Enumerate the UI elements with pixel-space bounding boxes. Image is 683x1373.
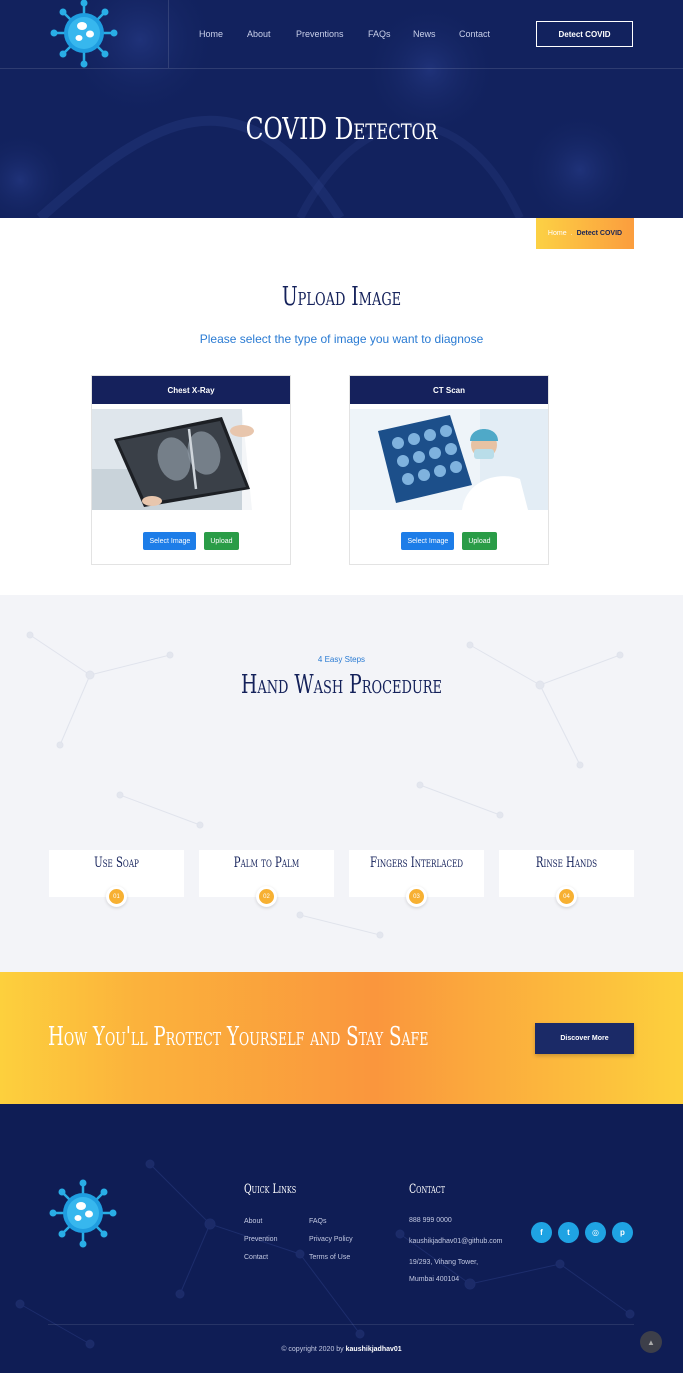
nav-preventions[interactable]: Preventions [296,29,344,39]
facebook-icon[interactable]: f [531,1222,552,1243]
handwash-title: Hand Wash Procedure [241,670,442,700]
virus-logo-icon[interactable] [48,0,120,68]
nav-faqs[interactable]: FAQs [368,29,391,39]
twitter-icon[interactable]: t [558,1222,579,1243]
quick-links-title: Quick Links [244,1182,297,1197]
xray-upload-button[interactable]: Upload [204,532,239,550]
nav-home[interactable]: Home [199,29,223,39]
step-label: Fingers Interlaced [370,855,463,871]
footer-link-terms[interactable]: Terms of Use [309,1254,350,1261]
step-label: Palm to Palm [233,855,300,871]
step-card: Fingers Interlaced 03 [349,850,484,907]
handwash-kicker: 4 Easy Steps [317,655,366,664]
ct-scan-card: CT Scan Select Image Upload [349,375,549,565]
hero-banner: Home About Preventions FAQs News Contact… [0,0,683,218]
step-card: Palm to Palm 02 [199,850,334,907]
footer-link-prevention[interactable]: Prevention [244,1236,277,1243]
copyright: © copyright 2020 by kaushikjadhav01 [0,1346,683,1353]
step-number: 04 [556,886,577,907]
nav-contact[interactable]: Contact [459,29,490,39]
ct-scan-card-title: CT Scan [350,376,548,404]
contact-title: Contact [409,1182,446,1197]
footer-link-contact[interactable]: Contact [244,1254,268,1261]
footer-link-faqs[interactable]: FAQs [309,1218,327,1225]
contact-address-line2: Mumbai 400104 [409,1276,460,1283]
scroll-to-top-button[interactable]: ▲ [640,1331,662,1353]
ct-select-image-button[interactable]: Select Image [401,532,455,550]
footer-link-about[interactable]: About [244,1218,262,1225]
step-label: Use Soap [94,855,139,871]
xray-select-image-button[interactable]: Select Image [143,532,197,550]
copyright-prefix: © copyright 2020 by [281,1346,344,1353]
breadcrumb-current: Detect COVID [576,230,623,237]
breadcrumb: Home . Detect COVID [536,218,634,249]
chest-xray-image [92,409,290,510]
upload-subtitle: Please select the type of image you want… [199,332,484,346]
cta-title: How You'll Protect Yourself and Stay Saf… [48,1022,429,1052]
contact-address-line1: 19/293, Vihang Tower, [409,1259,479,1266]
copyright-name[interactable]: kaushikjadhav01 [346,1346,402,1353]
discover-more-button[interactable]: Discover More [535,1023,634,1054]
cta-banner: How You'll Protect Yourself and Stay Saf… [0,972,683,1104]
nav-about[interactable]: About [247,29,271,39]
footer-divider [48,1324,634,1325]
instagram-icon[interactable]: ◎ [585,1222,606,1243]
breadcrumb-home[interactable]: Home [548,230,567,237]
step-label: Rinse Hands [535,855,598,871]
nav-news[interactable]: News [413,29,436,39]
ct-scan-image [350,409,548,510]
pinterest-icon[interactable]: p [612,1222,633,1243]
molecule-pattern [26,631,624,939]
page-title: COVID Detector [245,112,438,147]
breadcrumb-separator: . [570,230,573,237]
xray-card-title: Chest X-Ray [92,376,290,404]
step-number: 03 [406,886,427,907]
footer-link-privacy-policy[interactable]: Privacy Policy [309,1236,353,1243]
footer: Quick Links About Prevention Contact FAQ… [0,1104,683,1373]
contact-email[interactable]: kaushikjadhav01@github.com [409,1238,503,1245]
step-card: Rinse Hands 04 [499,850,634,907]
step-card: Use Soap 01 [49,850,184,907]
detect-covid-button[interactable]: Detect COVID [536,21,633,47]
step-number: 01 [106,886,127,907]
virus-logo-icon[interactable] [47,1178,119,1250]
xray-card: Chest X-Ray Select Image Upload [91,375,291,565]
contact-phone: 888 999 0000 [409,1217,452,1224]
upload-title: Upload Image [281,282,402,312]
handwash-section: 4 Easy Steps Hand Wash Procedure Use Soa… [0,595,683,972]
ct-upload-button[interactable]: Upload [462,532,497,550]
step-number: 02 [256,886,277,907]
